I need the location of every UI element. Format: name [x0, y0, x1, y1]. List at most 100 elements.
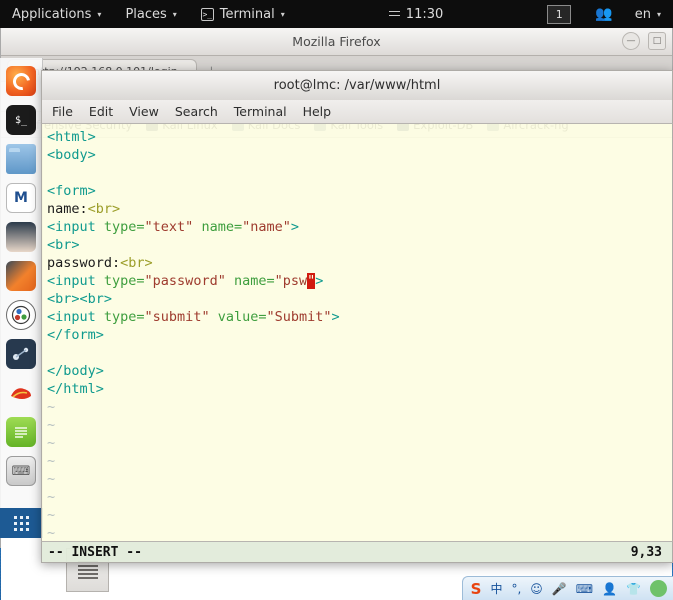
- minimize-icon[interactable]: —: [622, 32, 640, 50]
- code-token: type=: [103, 219, 145, 235]
- skin-icon[interactable]: 👕: [626, 582, 641, 596]
- vim-editor-buffer[interactable]: <html> <body> <form> name:<br> <input type=…: [41, 124, 673, 541]
- sogou-logo-icon[interactable]: S: [471, 580, 482, 598]
- menu-file[interactable]: File: [52, 104, 73, 119]
- keyboard-icon[interactable]: ⌨: [6, 456, 36, 486]
- terminal-icon[interactable]: $_: [6, 105, 36, 135]
- users-button[interactable]: 👥: [583, 0, 622, 28]
- terminal-window-title: root@lmc: /var/www/html: [273, 78, 441, 93]
- code-token: <br>: [87, 201, 121, 217]
- wireshark-icon[interactable]: [6, 261, 36, 291]
- sogou-extra-icon[interactable]: [650, 580, 667, 597]
- empty-line-marker: ~: [47, 507, 56, 523]
- code-token: "password": [144, 273, 226, 289]
- code-token: <html>: [47, 129, 96, 145]
- terminal-window[interactable]: root@lmc: /var/www/html File Edit View S…: [41, 70, 673, 563]
- vim-mode-indicator: -- INSERT --: [48, 544, 142, 560]
- show-applications-button[interactable]: [0, 508, 43, 538]
- chevron-down-icon: ▾: [656, 9, 661, 19]
- code-token: >: [315, 273, 324, 289]
- code-token: value=: [217, 309, 267, 325]
- code-line: name:<br>: [44, 200, 672, 218]
- burpsuite-icon[interactable]: [6, 222, 36, 252]
- terminal-window-menu[interactable]: >_ Terminal ▾: [189, 0, 297, 28]
- terminal-menubar[interactable]: File Edit View Search Terminal Help: [41, 100, 673, 124]
- soft-keyboard-icon[interactable]: ⌨: [576, 582, 593, 596]
- voice-input-icon[interactable]: 🎤: [552, 582, 567, 596]
- menu-search[interactable]: Search: [175, 104, 218, 119]
- hydra-icon[interactable]: [6, 378, 36, 408]
- terminal-window-menu-label: Terminal: [219, 6, 275, 22]
- terminal-icon-glyph: $_: [14, 114, 28, 126]
- application-dock[interactable]: $_ M ⌨: [0, 58, 43, 538]
- sogou-ime-toolbar[interactable]: S 中 °, ☺ 🎤 ⌨ 👤 👕: [461, 576, 673, 600]
- workspace-switcher[interactable]: 1: [535, 0, 583, 28]
- applications-menu-label: Applications: [12, 6, 92, 22]
- beef-icon-shape: [11, 305, 31, 325]
- files-folder-icon[interactable]: [6, 144, 36, 174]
- notes-icon[interactable]: [6, 417, 36, 447]
- menu-edit[interactable]: Edit: [89, 104, 113, 119]
- empty-line-marker: ~: [47, 435, 56, 451]
- code-token: type=: [103, 309, 145, 325]
- code-token: "psw: [274, 273, 308, 289]
- firefox-icon[interactable]: [6, 66, 36, 96]
- places-menu-label: Places: [125, 6, 167, 22]
- code-token: <br><br>: [47, 291, 113, 307]
- code-line: </form>: [44, 326, 672, 344]
- empty-line-marker: ~: [47, 417, 56, 433]
- code-token: >: [290, 219, 300, 235]
- workspace-indicator[interactable]: 1: [547, 4, 572, 24]
- code-line: </body>: [44, 362, 672, 380]
- menu-help[interactable]: Help: [303, 104, 332, 119]
- code-token: >: [331, 309, 340, 325]
- code-token: type=: [103, 273, 145, 289]
- code-token: name=: [233, 273, 275, 289]
- notes-icon-shape: [15, 427, 27, 438]
- user-icon[interactable]: 👤: [602, 582, 617, 596]
- code-token: <form>: [47, 183, 96, 199]
- desktop-screen: Mozilla Firefox — □ http://192.168.0.101…: [0, 0, 673, 600]
- empty-line-marker: ~: [47, 525, 56, 541]
- code-token: "text": [144, 219, 194, 235]
- code-line: <input type="text" name="name">: [44, 218, 672, 236]
- language-label: en: [634, 6, 651, 22]
- maximize-icon[interactable]: □: [648, 32, 666, 50]
- window-list-icon: [77, 561, 98, 579]
- code-line: password:<br>: [44, 254, 672, 272]
- chinese-mode-icon[interactable]: 中: [490, 580, 502, 597]
- empty-line-marker: ~: [47, 489, 56, 505]
- code-line: </html>: [44, 380, 672, 398]
- code-token: <br>: [47, 237, 80, 253]
- maltego-icon[interactable]: [6, 339, 36, 369]
- emoji-icon[interactable]: ☺: [530, 582, 543, 596]
- terminal-titlebar[interactable]: root@lmc: /var/www/html: [41, 70, 673, 100]
- grid-dots-icon: [14, 515, 29, 531]
- firefox-window-controls[interactable]: — □: [622, 32, 666, 50]
- clock-label: 11:30: [405, 6, 444, 22]
- code-token: name:: [47, 201, 88, 217]
- metasploit-icon[interactable]: M: [6, 183, 36, 213]
- places-menu[interactable]: Places ▾: [113, 0, 188, 28]
- clock[interactable]: 11:30: [377, 0, 455, 28]
- maltego-icon-shape: [13, 347, 29, 360]
- vim-status-line: -- INSERT -- 9,33: [41, 541, 673, 563]
- firefox-titlebar[interactable]: Mozilla Firefox — □: [1, 28, 672, 56]
- code-token: name=: [201, 219, 243, 235]
- code-token: </html>: [47, 381, 104, 397]
- menu-terminal[interactable]: Terminal: [234, 104, 287, 119]
- code-token: </form>: [47, 327, 104, 343]
- punctuation-icon[interactable]: °,: [511, 582, 521, 596]
- lines-icon: [388, 10, 400, 19]
- language-selector[interactable]: en ▾: [623, 0, 673, 28]
- menu-view[interactable]: View: [129, 104, 159, 119]
- code-token: <body>: [47, 147, 96, 163]
- code-line: <input type="submit" value="Submit">: [44, 308, 672, 326]
- beef-icon[interactable]: [6, 300, 36, 330]
- vim-cursor-position: 9,33: [630, 544, 662, 560]
- top-panel[interactable]: Applications ▾ Places ▾ >_ Terminal ▾ 11…: [0, 0, 673, 28]
- applications-menu[interactable]: Applications ▾: [0, 0, 113, 28]
- code-token: <input: [47, 309, 104, 325]
